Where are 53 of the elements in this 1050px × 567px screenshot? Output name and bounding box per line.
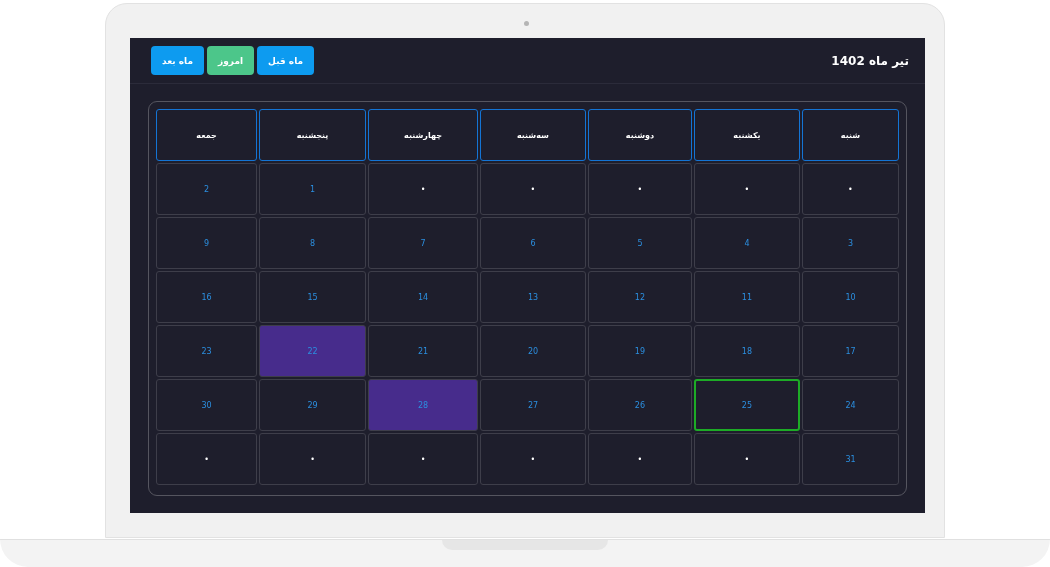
day-cell[interactable]: • (479, 163, 586, 215)
day-cell[interactable]: 16 (156, 271, 258, 323)
month-title: تیر ماه 1402 (831, 53, 909, 68)
day-cell[interactable]: 14 (368, 271, 478, 323)
month-button[interactable]: ماه قبل (257, 46, 315, 75)
day-cell[interactable]: 20 (479, 325, 586, 377)
weekday-header: یکشنبه (693, 109, 800, 161)
day-cell[interactable]: 10 (801, 271, 899, 323)
month-button[interactable]: ماه بعد (151, 46, 205, 75)
day-cell[interactable]: 17 (801, 325, 899, 377)
day-cell[interactable]: 5 (587, 217, 692, 269)
day-cell[interactable]: 23 (156, 325, 258, 377)
weekday-header: چهارشنبه (368, 109, 478, 161)
day-cell[interactable]: • (693, 163, 800, 215)
day-cell[interactable]: 30 (156, 379, 258, 431)
day-cell[interactable]: • (368, 163, 478, 215)
day-cell[interactable]: • (587, 433, 692, 485)
day-cell[interactable]: 11 (693, 271, 800, 323)
day-cell[interactable]: 22 (259, 325, 366, 377)
weekday-header: جمعه (156, 109, 258, 161)
day-cell[interactable]: 9 (156, 217, 258, 269)
day-cell[interactable]: • (801, 163, 899, 215)
day-cell[interactable]: 3 (801, 217, 899, 269)
day-cell[interactable]: 21 (368, 325, 478, 377)
day-cell[interactable]: 24 (801, 379, 899, 431)
day-cell[interactable]: 18 (693, 325, 800, 377)
day-cell[interactable]: 2 (156, 163, 258, 215)
day-cell[interactable]: 4 (693, 217, 800, 269)
day-cell[interactable]: • (587, 163, 692, 215)
weekday-header: سه‌شنبه (479, 109, 586, 161)
day-cell[interactable]: 7 (368, 217, 478, 269)
day-cell[interactable]: 26 (587, 379, 692, 431)
day-cell[interactable]: 13 (479, 271, 586, 323)
weekday-header: شنبه (801, 109, 899, 161)
day-cell[interactable]: • (156, 433, 258, 485)
day-cell[interactable]: • (479, 433, 586, 485)
day-cell[interactable]: 15 (259, 271, 366, 323)
day-cell[interactable]: • (693, 433, 800, 485)
day-cell[interactable]: 19 (587, 325, 692, 377)
day-cell[interactable]: 25 (693, 379, 800, 431)
day-cell[interactable]: 12 (587, 271, 692, 323)
day-cell[interactable]: 1 (259, 163, 366, 215)
day-cell[interactable]: 31 (801, 433, 899, 485)
camera-icon (524, 21, 529, 26)
day-cell[interactable]: 8 (259, 217, 366, 269)
day-cell[interactable]: 27 (479, 379, 586, 431)
day-cell[interactable]: • (259, 433, 366, 485)
day-cell[interactable]: 29 (259, 379, 366, 431)
weekday-header: پنجشنبه (259, 109, 366, 161)
weekday-header: دوشنبه (587, 109, 692, 161)
day-cell[interactable]: 28 (368, 379, 478, 431)
day-cell[interactable]: • (368, 433, 478, 485)
day-cell[interactable]: 6 (479, 217, 586, 269)
